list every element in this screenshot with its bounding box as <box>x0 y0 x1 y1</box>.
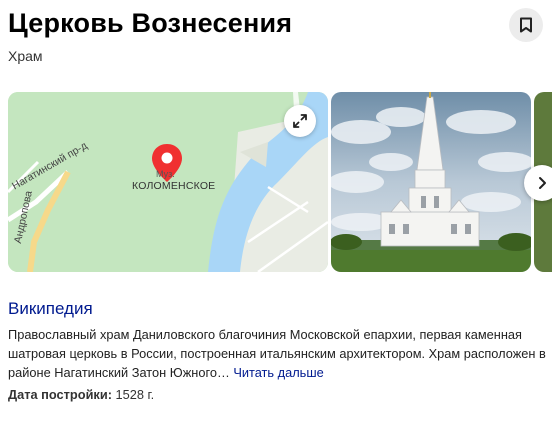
expand-map-button[interactable] <box>284 105 316 137</box>
map-label-museum: Муз. <box>156 169 175 179</box>
location-map[interactable]: Андропова Нагатинский пр-д Муз. КОЛОМЕНС… <box>8 92 328 272</box>
place-title: Церковь Вознесения <box>8 8 293 38</box>
place-category: Храм <box>8 48 43 64</box>
bookmark-button[interactable] <box>509 8 543 42</box>
description-text: Православный храм Даниловского благочини… <box>8 325 552 382</box>
expand-icon <box>293 114 307 128</box>
read-more-link[interactable]: Читать дальше <box>233 365 323 380</box>
wikipedia-source-link[interactable]: Википедия <box>8 299 93 319</box>
construction-date-fact: Дата постройки: 1528 г. <box>8 387 154 402</box>
construction-date-label: Дата постройки: <box>8 387 112 402</box>
church-photo[interactable] <box>331 92 531 272</box>
map-park-label: КОЛОМЕНСКОЕ <box>132 180 216 192</box>
bookmark-icon <box>520 17 532 33</box>
construction-date-value: 1528 г. <box>115 387 155 402</box>
church-photo-image <box>331 92 531 272</box>
chevron-right-icon <box>539 177 546 189</box>
next-photo-button[interactable] <box>524 165 552 201</box>
